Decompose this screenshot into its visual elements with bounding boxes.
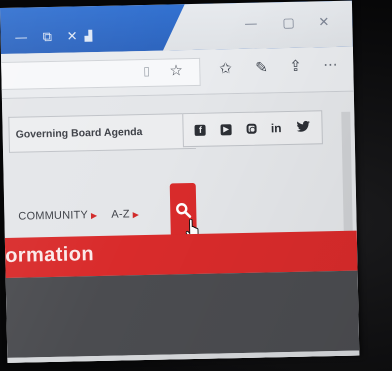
browser-window: — ⧉ ✕ ▟ — ▢ ✕ ▯ ☆ ✩ ✎ ⇪ ··· Governing Bo… xyxy=(0,0,360,363)
share-icon[interactable]: ⇪ xyxy=(289,57,302,75)
web-page: Governing Board Agenda f ▶ in COMMUNITY ▶… xyxy=(1,91,360,363)
address-bar[interactable]: ▯ ☆ xyxy=(1,57,201,90)
twitter-icon[interactable] xyxy=(296,120,310,135)
minimize-button[interactable]: — xyxy=(14,30,27,45)
restore-button[interactable]: ⧉ xyxy=(42,30,52,45)
favorites-hub-icon[interactable]: ✩ xyxy=(219,59,232,77)
close-button[interactable]: ✕ xyxy=(66,29,77,44)
nav-item-a-z[interactable]: A-Z ▶ xyxy=(111,208,140,220)
instagram-icon[interactable] xyxy=(246,123,257,134)
hero-band xyxy=(5,270,360,358)
title-bar: — ⧉ ✕ ▟ — ▢ ✕ xyxy=(0,0,353,54)
banner-title: ormation xyxy=(4,243,95,267)
window-minimize-icon[interactable]: — xyxy=(244,17,257,32)
nav-item-community[interactable]: COMMUNITY ▶ xyxy=(18,209,98,222)
more-icon[interactable]: ··· xyxy=(323,56,338,74)
reading-view-icon[interactable]: ▯ xyxy=(143,64,150,78)
utility-bar: Governing Board Agenda xyxy=(8,112,196,153)
facebook-icon[interactable]: f xyxy=(194,124,207,136)
caret-right-icon: ▶ xyxy=(132,210,140,220)
governing-board-agenda-link[interactable]: Governing Board Agenda xyxy=(10,126,143,141)
social-links: f ▶ in xyxy=(182,110,323,148)
main-nav: COMMUNITY ▶ A-Z ▶ xyxy=(18,208,140,222)
photo-of-monitor: — ⧉ ✕ ▟ — ▢ ✕ ▯ ☆ ✩ ✎ ⇪ ··· Governing Bo… xyxy=(0,0,392,371)
browser-toolbar: ▯ ☆ ✩ ✎ ⇪ ··· xyxy=(0,46,354,99)
caret-right-icon: ▶ xyxy=(90,211,98,221)
window-close-icon[interactable]: ✕ xyxy=(318,15,329,30)
tab-strip: — ▢ ✕ xyxy=(162,1,353,51)
signal-icon: ▟ xyxy=(84,31,93,43)
window-maximize-icon[interactable]: ▢ xyxy=(282,16,295,31)
pen-icon[interactable]: ✎ xyxy=(255,58,268,76)
favorite-star-icon[interactable]: ☆ xyxy=(169,61,183,79)
youtube-icon[interactable]: ▶ xyxy=(220,123,232,135)
linkedin-icon[interactable]: in xyxy=(271,121,282,135)
search-icon xyxy=(176,203,192,218)
